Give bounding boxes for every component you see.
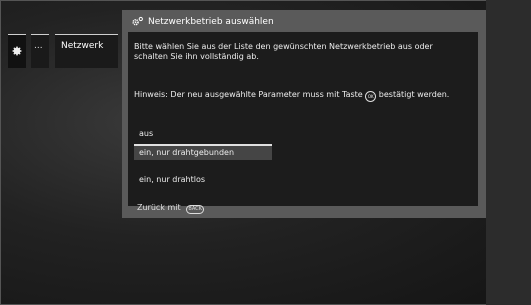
dialog-title: Netzwerkbetrieb auswählen xyxy=(132,16,274,27)
dialog-title-text: Netzwerkbetrieb auswählen xyxy=(148,17,274,27)
option-drahtlos[interactable]: ein, nur drahtlos xyxy=(134,172,272,188)
option-aus[interactable]: aus xyxy=(134,126,272,142)
hint-text-before: Hinweis: Der neu ausgewählte Parameter m… xyxy=(134,90,363,99)
network-mode-dialog: Netzwerkbetrieb auswählen Bitte wählen S… xyxy=(122,10,486,218)
hint-text-after: bestätigt werden. xyxy=(378,90,450,99)
breadcrumb-ellipsis[interactable]: ... xyxy=(31,34,49,68)
gear-icon xyxy=(12,46,22,56)
footer-back-text: Zurück mit xyxy=(137,203,181,212)
option-drahtgebunden[interactable]: ein, nur drahtgebunden xyxy=(134,144,272,160)
ok-button-icon: OK xyxy=(365,91,377,102)
dialog-hint: Hinweis: Der neu ausgewählte Parameter m… xyxy=(134,90,449,102)
breadcrumb-netzwerk-label: Netzwerk xyxy=(61,41,104,51)
breadcrumb-settings[interactable] xyxy=(8,34,26,68)
breadcrumb-netzwerk[interactable]: Netzwerk xyxy=(55,34,118,68)
dialog-footer: Zurück mit BACK xyxy=(137,203,205,214)
breadcrumb-ellipsis-label: ... xyxy=(34,41,43,51)
dialog-content: Bitte wählen Sie aus der Liste den gewün… xyxy=(128,32,478,206)
dialog-description: Bitte wählen Sie aus der Liste den gewün… xyxy=(134,42,433,61)
side-panel xyxy=(486,0,531,305)
back-button-icon[interactable]: BACK xyxy=(186,205,205,214)
gear-icon xyxy=(132,16,143,26)
